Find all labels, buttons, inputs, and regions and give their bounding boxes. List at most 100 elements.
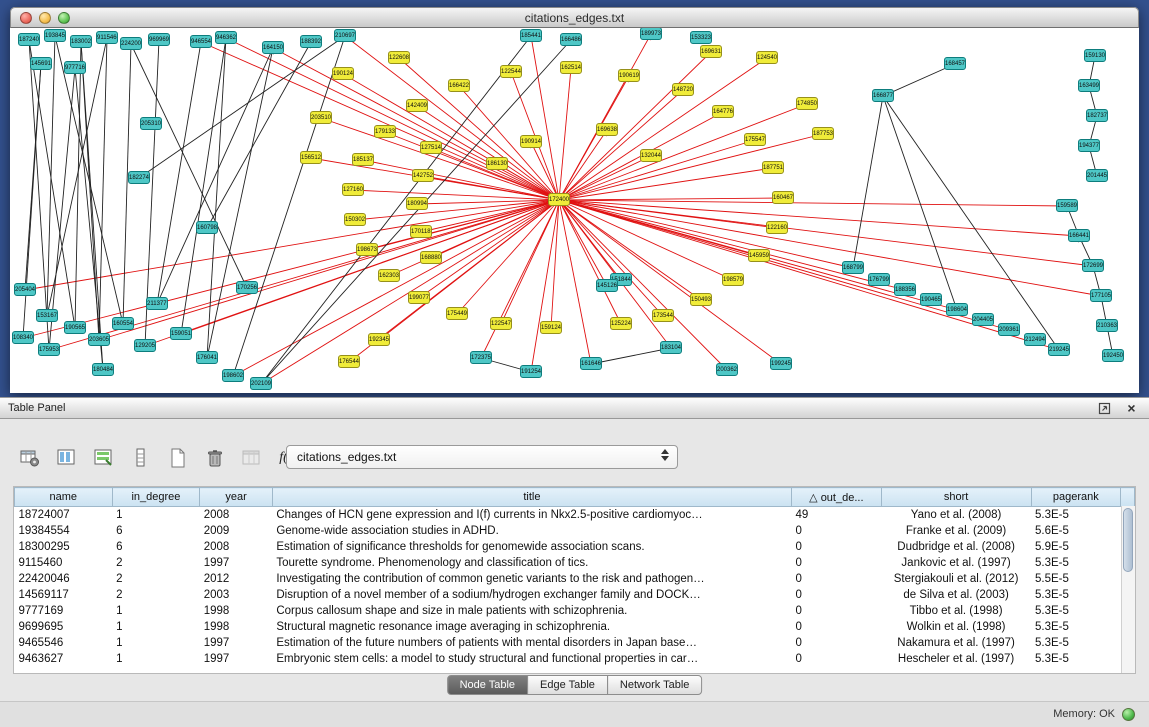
network-node[interactable]: 10834021 (12, 331, 34, 344)
table-row[interactable]: 1456911722003Disruption of a novel membe… (15, 587, 1135, 603)
network-node[interactable]: 20936113 (998, 323, 1020, 336)
network-node[interactable]: 9777169 (64, 61, 86, 74)
network-node[interactable]: 16164615 (580, 357, 602, 370)
window-titlebar[interactable]: citations_edges.txt (10, 7, 1139, 28)
network-node[interactable]: 17025612 (236, 281, 258, 294)
zoom-window-button[interactable] (58, 12, 70, 24)
network-canvas[interactable]: 1872400719384554183002959115460224200461… (11, 28, 1138, 392)
network-node[interactable]: 17913313 (374, 125, 396, 138)
network-node[interactable]: 19437713 (1078, 139, 1100, 152)
network-node[interactable]: 18048431 (92, 363, 114, 376)
network-node[interactable]: 20440515 (972, 313, 994, 326)
table-selector-dropdown[interactable]: citations_edges.txt (286, 445, 678, 469)
network-node[interactable]: 16687794 (872, 89, 894, 102)
network-node[interactable]: 20360561 (88, 333, 110, 346)
network-node[interactable]: 21137713 (146, 297, 168, 310)
column-header[interactable]: year (200, 488, 273, 507)
network-node[interactable]: 15030212 (344, 213, 366, 226)
network-node[interactable]: 18227413 (128, 171, 150, 184)
network-node[interactable]: 16477612 (712, 105, 734, 118)
table-row[interactable]: 946362711997Embryonic stem cells: a mode… (15, 651, 1135, 667)
column-header[interactable]: name (15, 488, 113, 507)
table-scrollbar[interactable] (1121, 506, 1135, 673)
network-node[interactable]: 16879913 (842, 261, 864, 274)
table-row[interactable]: 969969511998Structural magnetic resonanc… (15, 619, 1135, 635)
network-node[interactable]: 16079812 (196, 221, 218, 234)
network-node[interactable]: 12716013 (342, 183, 364, 196)
table-row[interactable]: 1872400712008Changes of HCN gene express… (15, 507, 1135, 523)
network-node[interactable]: 16046716 (772, 191, 794, 204)
network-node[interactable]: 16963114 (700, 45, 722, 58)
network-window[interactable]: citations_edges.txt 18724007193845541830… (10, 7, 1139, 393)
network-node[interactable]: 18310412 (660, 341, 682, 354)
network-node[interactable]: 15958914 (1056, 199, 1078, 212)
network-node[interactable]: 17544913 (446, 307, 468, 320)
network-node[interactable]: 19907713 (408, 291, 430, 304)
network-node[interactable]: 19125417 (520, 365, 542, 378)
network-node[interactable]: 17354413 (652, 309, 674, 322)
table-row[interactable]: 977716911998Corpus callosum shape and si… (15, 603, 1135, 619)
network-node[interactable]: 15912413 (540, 321, 562, 334)
network-node[interactable]: 19867313 (356, 243, 378, 256)
network-node[interactable]: 15049312 (690, 293, 712, 306)
network-node[interactable]: 19056548 (64, 321, 86, 334)
delete-icon[interactable] (201, 444, 229, 472)
network-node[interactable]: 15332314 (690, 31, 712, 44)
network-node[interactable]: 17554713 (744, 133, 766, 146)
network-node[interactable]: 19860412 (946, 303, 968, 316)
network-node[interactable]: 18099413 (406, 197, 428, 210)
network-node[interactable]: 15316712 (36, 309, 58, 322)
network-node[interactable]: 16644113 (1068, 229, 1090, 242)
network-node[interactable]: 17237513 (470, 351, 492, 364)
network-node[interactable]: 18835614 (894, 283, 916, 296)
network-node[interactable]: 12454014 (756, 51, 778, 64)
network-node[interactable]: 21924502 (1048, 343, 1070, 356)
network-node[interactable]: 19061918 (618, 69, 640, 82)
network-node[interactable]: 14240915 (406, 99, 428, 112)
network-node[interactable]: 14595912 (748, 249, 770, 262)
network-node[interactable]: 17269915 (1082, 259, 1104, 272)
network-node[interactable]: 12254419 (500, 65, 522, 78)
network-node[interactable]: 21249414 (1024, 333, 1046, 346)
network-node[interactable]: 18544103 (520, 29, 542, 42)
table-row[interactable]: 911546021997Tourette syndrome. Phenomeno… (15, 555, 1135, 571)
scrollbar-thumb[interactable] (1123, 508, 1133, 572)
network-node[interactable]: 14512613 (596, 279, 618, 292)
table-row[interactable]: 1830029562008Estimation of significance … (15, 539, 1135, 555)
network-node[interactable]: 21069712 (334, 29, 356, 42)
network-node[interactable]: 12254715 (490, 317, 512, 330)
network-node[interactable]: 16055413 (112, 317, 134, 330)
tab-edge-table[interactable]: Edge Table (527, 675, 608, 695)
network-node[interactable]: 18513712 (352, 153, 374, 166)
network-node[interactable]: 17595312 (38, 343, 60, 356)
network-node[interactable]: 14872014 (672, 83, 694, 96)
network-node[interactable]: 17011814 (410, 225, 432, 238)
network-node[interactable]: 16963812 (596, 123, 618, 136)
network-node[interactable]: 18997315 (640, 28, 662, 40)
column-header[interactable]: title (272, 488, 791, 507)
network-node[interactable]: 19091413 (520, 135, 542, 148)
network-node[interactable]: 21036312 (1096, 319, 1118, 332)
network-node[interactable]: 17710514 (1090, 289, 1112, 302)
network-node[interactable]: 12751411 (420, 141, 442, 154)
edit-rows-icon[interactable] (90, 444, 118, 472)
network-node[interactable]: 17679918 (868, 273, 890, 286)
network-node[interactable]: 19234502 (368, 333, 390, 346)
table-row[interactable]: 2242004622012Investigating the contribut… (15, 571, 1135, 587)
network-node[interactable]: 12260814 (388, 51, 410, 64)
network-node[interactable]: 19857914 (722, 273, 744, 286)
network-node[interactable]: 9115460 (96, 31, 118, 44)
network-node[interactable]: 18775113 (762, 161, 784, 174)
column-header[interactable]: short (881, 488, 1031, 507)
network-node[interactable]: 16230314 (378, 269, 400, 282)
table-settings-icon[interactable] (16, 444, 44, 472)
network-node[interactable]: 16888013 (420, 251, 442, 264)
network-node[interactable]: 19384554 (44, 29, 66, 42)
network-node[interactable]: 20351013 (310, 111, 332, 124)
table-row[interactable]: 1938455462009Genome-wide association stu… (15, 523, 1135, 539)
network-node[interactable]: 13204414 (640, 149, 662, 162)
network-node[interactable]: 17485083 (796, 97, 818, 110)
network-node[interactable]: 15651212 (300, 151, 322, 164)
tab-node-table[interactable]: Node Table (447, 675, 528, 695)
table-panel-header[interactable]: Table Panel × (0, 397, 1149, 419)
